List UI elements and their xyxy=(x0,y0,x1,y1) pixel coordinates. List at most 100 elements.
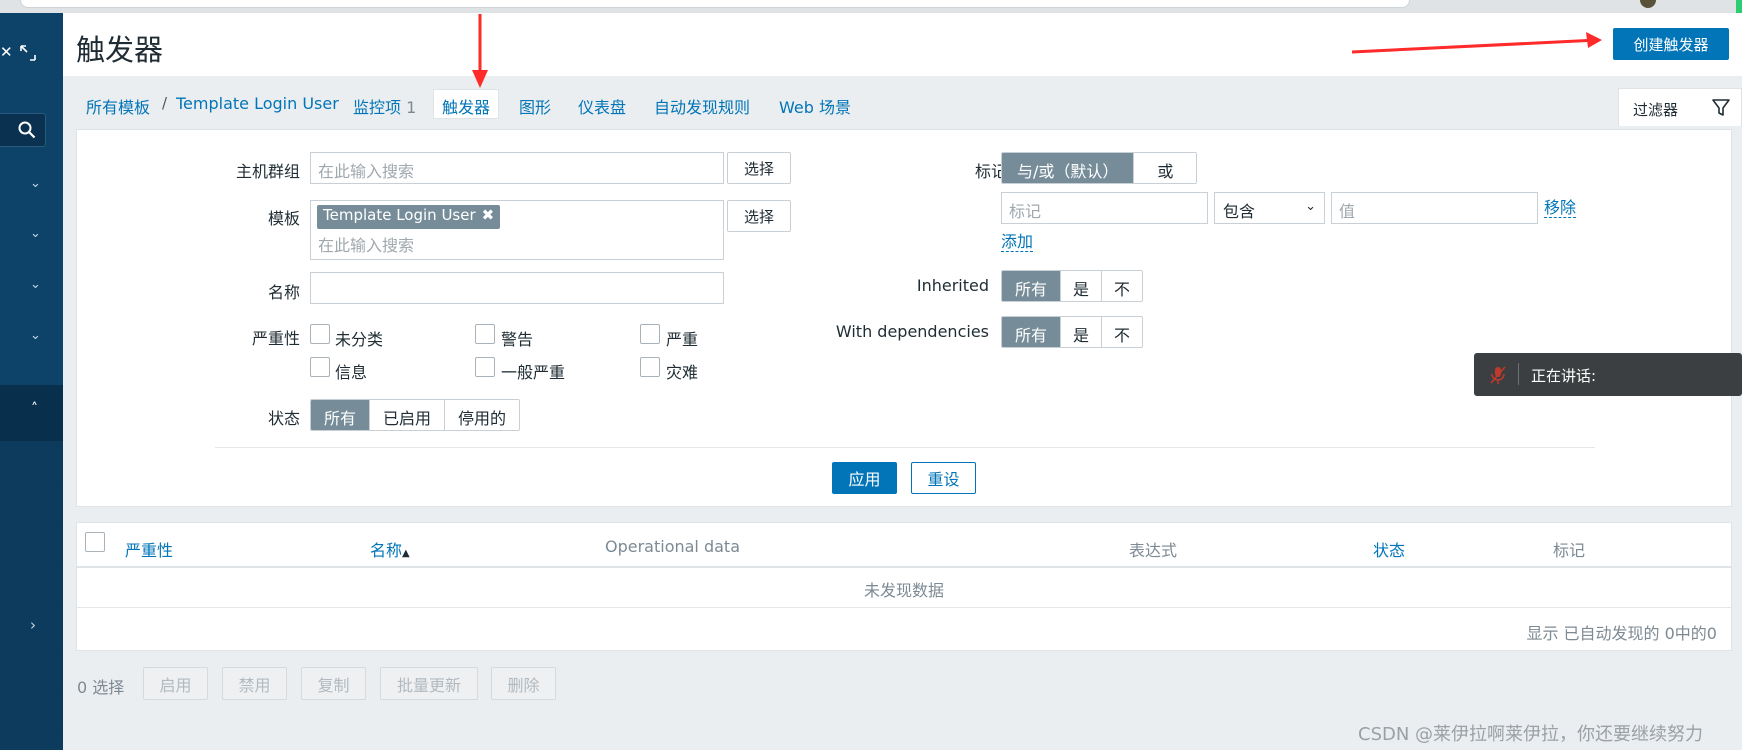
copy-button[interactable]: 复制 xyxy=(301,667,366,700)
tab-discovery-rules[interactable]: 自动发现规则 xyxy=(654,94,750,118)
dependencies-option-no[interactable]: 不 xyxy=(1102,317,1143,347)
inherited-option-yes[interactable]: 是 xyxy=(1061,271,1103,301)
column-expression: 表达式 xyxy=(1129,541,1178,560)
mass-update-button[interactable]: 批量更新 xyxy=(380,667,478,700)
search-icon xyxy=(18,121,36,139)
host-group-select-button[interactable]: 选择 xyxy=(727,152,791,184)
severity-checkbox[interactable] xyxy=(310,357,330,377)
filter-icon xyxy=(1712,99,1730,116)
enable-button[interactable]: 启用 xyxy=(143,667,208,700)
chevron-down-icon[interactable]: ⌄ xyxy=(30,277,41,292)
sidebar-submenu-divider xyxy=(0,565,63,566)
tab-items-label: 监控项 xyxy=(353,98,402,117)
status-option-enabled[interactable]: 已启用 xyxy=(370,400,446,430)
column-name[interactable]: 名称▲ xyxy=(370,537,410,561)
tab-web-scenarios[interactable]: Web 场景 xyxy=(779,94,851,118)
fullscreen-icon[interactable] xyxy=(20,45,36,61)
breadcrumb-all-templates[interactable]: 所有模板 xyxy=(86,94,150,118)
tag-name-input[interactable]: 标记 xyxy=(1001,192,1208,224)
inherited-option-all[interactable]: 所有 xyxy=(1002,271,1062,301)
collapse-icon[interactable]: ✕ xyxy=(0,43,13,61)
tag-operator-select[interactable]: 包含 ⌄ xyxy=(1214,192,1325,224)
severity-option-label: 警告 xyxy=(501,330,534,349)
sidebar-submenu-divider xyxy=(0,731,63,732)
sidebar-active-section[interactable]: ˄ xyxy=(0,385,63,441)
tab-triggers[interactable]: 触发器 xyxy=(433,89,500,119)
severity-option-label: 灾难 xyxy=(666,363,699,382)
browser-url-bar[interactable] xyxy=(20,0,1410,8)
sort-asc-icon: ▲ xyxy=(402,548,410,559)
delete-button[interactable]: 删除 xyxy=(491,667,556,700)
dependencies-label: With dependencies xyxy=(835,322,989,341)
add-tag-link[interactable]: 添加 xyxy=(1001,233,1034,252)
sidebar: ✕ ⌄ ⌄ ⌄ ⌄ ˄ › xyxy=(0,13,63,750)
tag-operator-value: 包含 xyxy=(1223,202,1256,221)
chevron-down-icon[interactable]: ⌄ xyxy=(30,176,41,191)
page-title: 触发器 xyxy=(76,33,164,67)
sidebar-submenu-divider xyxy=(0,481,63,482)
template-multiselect[interactable]: Template Login User ✖ 在此输入搜索 xyxy=(310,200,724,260)
status-option-all[interactable]: 所有 xyxy=(311,400,371,430)
filter-tab-label: 过滤器 xyxy=(1633,101,1679,119)
breadcrumb-template[interactable]: Template Login User xyxy=(176,94,339,113)
tab-graphs[interactable]: 图形 xyxy=(519,94,551,118)
inherited-option-no[interactable]: 不 xyxy=(1102,271,1143,301)
template-select-button[interactable]: 选择 xyxy=(727,200,791,232)
browser-avatar[interactable] xyxy=(1640,0,1656,8)
template-nav: 所有模板 / Template Login User 监控项 1 触发器 图形 … xyxy=(63,76,1742,126)
severity-checkbox[interactable] xyxy=(475,357,495,377)
dependencies-option-all[interactable]: 所有 xyxy=(1002,317,1062,347)
tab-dashboards[interactable]: 仪表盘 xyxy=(578,94,626,118)
sidebar-search[interactable] xyxy=(0,113,46,147)
severity-option-label: 严重 xyxy=(666,330,699,349)
remove-tag-link[interactable]: 移除 xyxy=(1544,199,1577,218)
no-data-message: 未发现数据 xyxy=(863,581,944,600)
muted-mic-icon[interactable] xyxy=(1490,365,1506,385)
severity-checkbox[interactable] xyxy=(475,324,495,344)
chevron-down-icon[interactable]: ⌄ xyxy=(30,328,41,343)
tab-items-count: 1 xyxy=(406,98,417,117)
severity-checkbox[interactable] xyxy=(640,324,660,344)
chevron-up-icon: ˄ xyxy=(31,401,38,417)
name-label: 名称 xyxy=(267,283,300,302)
select-all-checkbox[interactable] xyxy=(85,532,105,552)
filter-panel: 主机群组 在此输入搜索 选择 模板 Template Login User ✖ 在… xyxy=(76,129,1732,507)
reset-button[interactable]: 重设 xyxy=(911,462,976,494)
status-segmented: 所有 已启用 停用的 xyxy=(310,399,521,431)
remove-chip-icon[interactable]: ✖ xyxy=(482,206,495,224)
disable-button[interactable]: 禁用 xyxy=(222,667,287,700)
apply-button[interactable]: 应用 xyxy=(832,462,897,494)
template-chip-label: Template Login User xyxy=(323,206,476,224)
status-option-disabled[interactable]: 停用的 xyxy=(445,400,520,430)
tab-items[interactable]: 监控项 1 xyxy=(353,94,416,118)
sidebar-submenu-divider xyxy=(0,607,63,608)
sidebar-submenu xyxy=(0,441,63,750)
severity-checkbox[interactable] xyxy=(310,324,330,344)
tag-value-input[interactable]: 值 xyxy=(1331,192,1538,224)
template-search-placeholder[interactable]: 在此输入搜索 xyxy=(318,232,414,256)
host-group-label: 主机群组 xyxy=(235,162,300,181)
column-name-label: 名称 xyxy=(370,541,403,560)
severity-option-label: 信息 xyxy=(335,363,368,382)
table-footer-info: 显示 已自动发现的 0中的0 xyxy=(1526,624,1717,643)
create-trigger-button[interactable]: 创建触发器 xyxy=(1613,28,1729,60)
severity-checkbox[interactable] xyxy=(640,357,660,377)
chevron-down-icon[interactable]: ⌄ xyxy=(30,226,41,241)
severity-option-label: 未分类 xyxy=(335,330,384,349)
name-input[interactable] xyxy=(310,272,724,304)
column-status[interactable]: 状态 xyxy=(1373,537,1405,561)
speaking-text: 正在讲话: xyxy=(1531,367,1597,385)
speaking-toast: 正在讲话: xyxy=(1474,353,1742,396)
tags-mode-or[interactable]: 或 xyxy=(1134,153,1197,183)
csdn-watermark: CSDN @莱伊拉啊莱伊拉，你还要继续努力 xyxy=(1358,724,1704,745)
table-header-divider xyxy=(77,566,1731,568)
sidebar-submenu-divider xyxy=(0,649,63,650)
host-group-input[interactable]: 在此输入搜索 xyxy=(310,152,724,184)
sidebar-submenu-divider xyxy=(0,691,63,692)
column-severity[interactable]: 严重性 xyxy=(125,537,173,561)
inherited-label: Inherited xyxy=(916,276,989,295)
filter-tab[interactable]: 过滤器 xyxy=(1618,88,1742,126)
dependencies-option-yes[interactable]: 是 xyxy=(1061,317,1103,347)
tags-mode-and-or[interactable]: 与/或（默认） xyxy=(1002,153,1135,183)
chevron-right-icon[interactable]: › xyxy=(30,616,36,634)
